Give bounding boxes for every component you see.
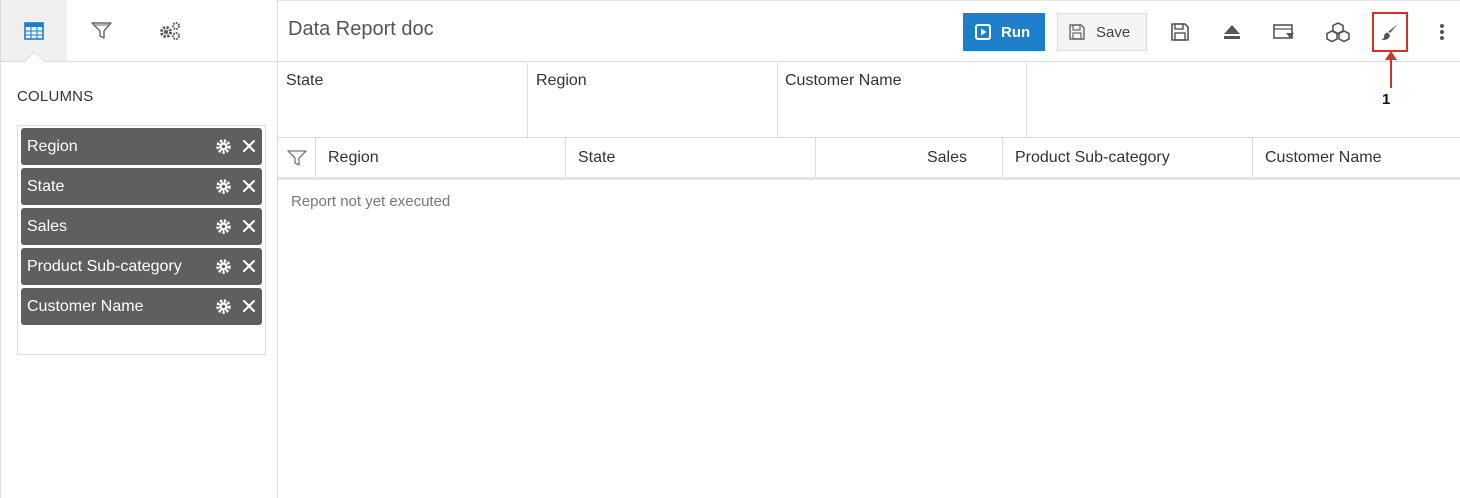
export-icon (1273, 24, 1294, 39)
column-pill-label: Region (27, 138, 78, 155)
save-button[interactable]: Save (1057, 13, 1147, 51)
run-label: Run (1001, 23, 1031, 41)
save-as-button[interactable] (1162, 13, 1198, 51)
close-icon[interactable] (242, 259, 256, 273)
save-icon (1069, 24, 1085, 40)
more-button[interactable] (1424, 13, 1460, 51)
column-pill[interactable]: Sales (21, 208, 262, 245)
columns-title: COLUMNS (17, 88, 94, 105)
cubes-button[interactable] (1320, 13, 1356, 51)
gear-icon[interactable] (215, 218, 232, 235)
column-pill-label: State (27, 178, 65, 195)
page-title: Data Report doc (288, 18, 434, 40)
gear-icon[interactable] (215, 258, 232, 275)
column-pill-label: Customer Name (27, 298, 144, 315)
run-button[interactable]: Run (963, 13, 1045, 51)
columns-list: Region State Sales Product Sub-category Cust… (17, 125, 266, 355)
export-button[interactable] (1266, 13, 1302, 51)
filter-icon (91, 21, 112, 39)
column-pill[interactable]: State (21, 168, 262, 205)
column-pill[interactable]: Customer Name (21, 288, 262, 325)
more-vertical-icon (1440, 24, 1444, 40)
grid-header: Region State Sales Product Sub-category … (278, 138, 1460, 180)
column-header-region[interactable]: Region (316, 138, 566, 177)
grid-filter-button[interactable] (278, 138, 316, 177)
toolbar: Data Report doc Run Save (278, 0, 1460, 62)
close-icon[interactable] (242, 179, 256, 193)
gears-icon (160, 21, 180, 40)
save-as-icon (1171, 23, 1189, 41)
close-icon[interactable] (242, 219, 256, 233)
main-panel: Data Report doc Run Save 1 State Region … (278, 0, 1460, 498)
eject-icon (1224, 25, 1240, 39)
column-pill-label: Sales (27, 218, 68, 235)
play-icon (975, 24, 991, 40)
close-icon[interactable] (242, 299, 256, 313)
group-by-bar: State Region Customer Name (278, 63, 1460, 138)
group-by-region[interactable]: Region (528, 63, 778, 137)
column-pill-label: Product Sub-category (27, 258, 182, 275)
column-pill[interactable]: Product Sub-category (21, 248, 262, 285)
tab-columns[interactable] (1, 0, 67, 61)
column-header-customer-name[interactable]: Customer Name (1253, 138, 1460, 177)
group-by-state[interactable]: State (278, 63, 528, 137)
filter-icon (286, 149, 307, 166)
tab-filters[interactable] (69, 0, 135, 61)
column-pill[interactable]: Region (21, 128, 262, 165)
eject-button[interactable] (1214, 13, 1250, 51)
sidebar: COLUMNS Region State Sales Product Sub-cate… (0, 0, 278, 498)
paint-brush-icon (1381, 24, 1398, 40)
empty-report-message: Report not yet executed (291, 193, 451, 210)
tab-settings[interactable] (137, 0, 203, 61)
group-by-customer-name[interactable]: Customer Name (777, 63, 1027, 137)
style-button[interactable] (1372, 12, 1408, 52)
close-icon[interactable] (242, 139, 256, 153)
sidebar-tabs (1, 0, 278, 62)
table-icon (24, 21, 44, 40)
gear-icon[interactable] (215, 298, 232, 315)
column-header-product-sub-category[interactable]: Product Sub-category (1003, 138, 1253, 177)
gear-icon[interactable] (215, 178, 232, 195)
column-header-state[interactable]: State (566, 138, 816, 177)
cubes-icon (1326, 22, 1350, 43)
gear-icon[interactable] (215, 138, 232, 155)
save-label: Save (1096, 23, 1131, 41)
column-header-sales[interactable]: Sales (816, 138, 1003, 177)
